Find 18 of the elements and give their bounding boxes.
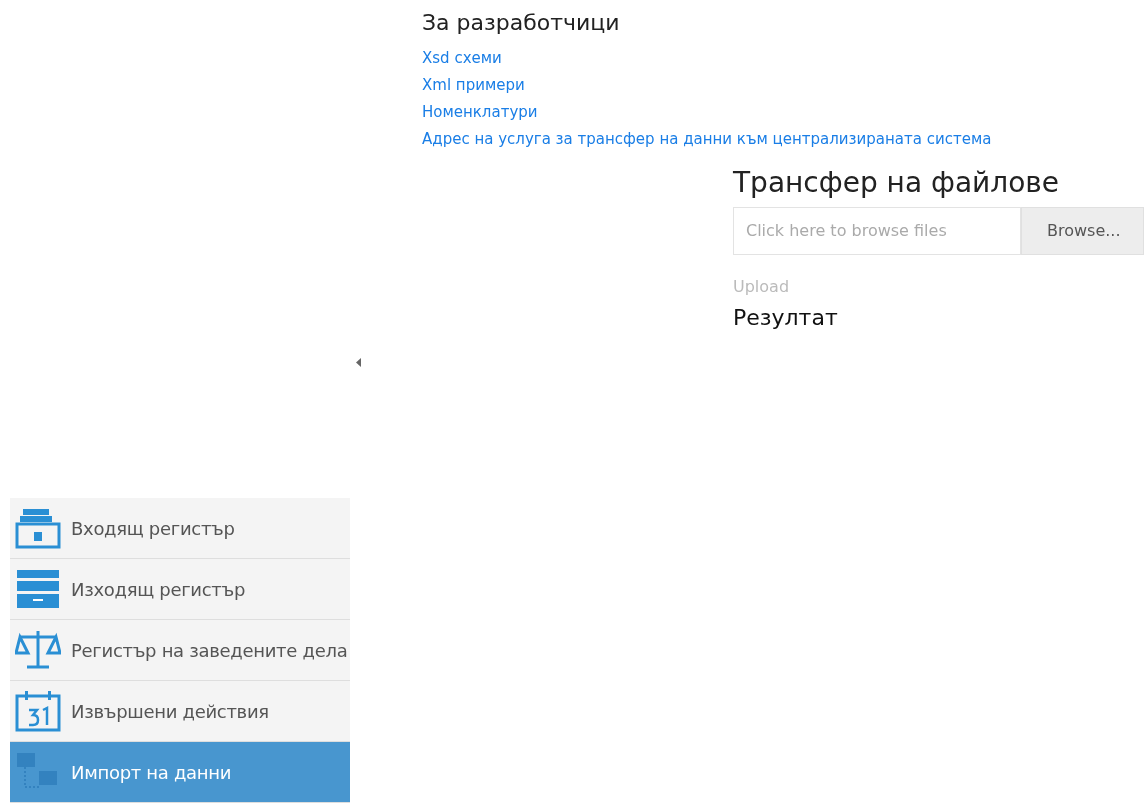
link[interactable]: Xml примери xyxy=(422,72,525,99)
sidebar-item[interactable]: Импорт на данни xyxy=(10,742,350,803)
sidebar-item[interactable]: Изходящ регистър xyxy=(10,559,350,620)
collapse-arrow-icon[interactable] xyxy=(356,358,361,367)
section-title: Резултат xyxy=(733,304,838,332)
sidebar-item[interactable]: Входящ регистър xyxy=(10,498,350,559)
cabinet-icon xyxy=(15,568,61,610)
link[interactable]: Xsd схеми xyxy=(422,45,502,72)
browse-button[interactable]: Browse... xyxy=(1021,207,1144,255)
file-field[interactable]: Click here to browse files xyxy=(733,207,1021,255)
calendar-icon xyxy=(15,690,61,732)
link[interactable]: Адрес на услуга за трансфер на данни към централизираната система xyxy=(422,126,992,153)
section-title: Трансфер на файлове xyxy=(733,165,1059,201)
scales-icon xyxy=(15,629,61,671)
section-title: За разработчици xyxy=(422,9,620,37)
sidebar-item[interactable]: Регистър на заведените дела xyxy=(10,620,350,681)
drawer-icon xyxy=(15,507,61,549)
link[interactable]: Номенклатури xyxy=(422,99,538,126)
